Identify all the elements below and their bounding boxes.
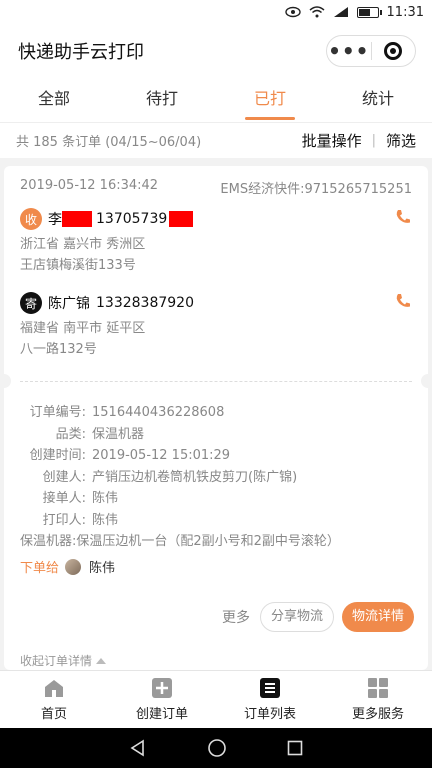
receiver-address-line1: 浙江省 嘉兴市 秀洲区 [20,237,146,252]
signal-icon [333,7,348,17]
recents-icon[interactable] [287,740,303,756]
created-value: 2019-05-12 15:01:29 [92,448,231,463]
printer-label: 打印人: [42,512,86,528]
order-count: 共 185 条订单 (04/15~06/04) [16,135,202,150]
category-value: 保温机器 [92,426,145,442]
add-order-icon [152,678,172,698]
status-bar: 11:31 [0,0,432,24]
taker-value: 陈伟 [92,491,119,506]
collapse-details-toggle[interactable]: 收起订单详情 [20,652,107,669]
logistics-detail-button[interactable]: 物流详情 [341,602,414,632]
mini-program-capsule: ••• [326,35,416,67]
order-card: 2019-05-12 16:34:42 EMS经济快件:971526571525… [4,166,428,670]
card-notch-right [421,374,428,388]
category-label: 品类: [55,426,86,442]
creator-label: 创建人: [42,469,86,485]
nav-home[interactable]: 首页 [0,671,108,728]
status-time: 11:31 [386,4,424,20]
order-summary-bar: 共 185 条订单 (04/15~06/04) 批量操作 | 筛选 [0,122,432,158]
back-icon[interactable] [129,739,147,757]
avatar [65,558,82,575]
receiver-name: 李 [48,212,62,228]
sender-address-line2: 八一路132号 [20,342,97,357]
card-divider [20,381,412,382]
target-icon [384,42,403,60]
collapse-label: 收起订单详情 [20,654,93,668]
receiver-address-line2: 王店镇梅溪街133号 [20,258,136,273]
order-no-value: 1516440436228608 [92,405,225,420]
printer-row: 打印人: 陈伟 [20,510,412,532]
created-label: 创建时间: [29,448,86,463]
battery-icon [356,6,382,18]
nav-order-list-label: 订单列表 [243,707,296,722]
order-tabs: 全部 待打 已打 统计 [0,78,432,122]
redaction-block [169,211,194,227]
order-card-header: 2019-05-12 16:34:42 EMS经济快件:971526571525… [4,166,428,197]
nav-create-order-label: 创建订单 [135,707,188,722]
creator-row: 创建人: 产销压边机卷筒机铁皮剪刀(陈广锦) [20,467,412,489]
order-no-label: 订单编号: [29,405,86,420]
system-navigation-bar [0,728,432,768]
sender-address-line1: 福建省 南平市 延平区 [20,321,146,336]
assign-name: 陈伟 [89,561,116,576]
tab-statistics[interactable]: 统计 [324,78,432,122]
app-bar: 快递助手云打印 ••• [0,24,432,78]
receiver-phone: 13705739 [96,211,168,227]
created-row: 创建时间: 2019-05-12 15:01:29 [20,445,412,467]
order-datetime: 2019-05-12 16:34:42 [20,178,159,193]
redaction-block [62,211,92,227]
receiver-badge: 收 [20,208,42,230]
assign-label: 下单给 [20,561,60,576]
creator-value: 产销压边机卷筒机铁皮剪刀(陈广锦) [92,469,298,485]
tab-printed[interactable]: 已打 [216,78,324,122]
sender-phone: 13328387920 [96,295,194,311]
filter-button[interactable]: 筛选 [386,130,416,151]
home-icon [45,680,63,697]
order-no-row: 订单编号: 1516440436228608 [20,402,412,424]
summary-divider: | [371,133,376,148]
chevron-up-icon [96,657,107,664]
wifi-icon [309,6,325,18]
assign-row: 下单给 陈伟 [20,557,115,576]
order-info: 订单编号: 1516440436228608 品类: 保温机器 创建时间: 2019-… [20,402,412,553]
close-miniprogram-button[interactable] [371,42,415,60]
call-receiver-icon[interactable] [394,208,412,226]
order-actions: 更多 分享物流 物流详情 [222,602,414,632]
eye-icon [284,6,301,18]
tab-to-print[interactable]: 待打 [108,78,216,122]
more-menu-icon[interactable]: ••• [327,41,371,61]
express-number: EMS经济快件:9715265715251 [220,182,412,197]
card-notch-left [4,374,11,388]
category-row: 品类: 保温机器 [20,424,412,446]
nav-create-order[interactable]: 创建订单 [108,671,216,728]
receiver-block: 收 李 13705739 浙江省 嘉兴市 秀洲区 王店镇梅溪街133号 [20,208,412,276]
tab-all[interactable]: 全部 [0,78,108,122]
more-button[interactable]: 更多 [222,607,250,627]
sender-block: 寄 陈广锦 13328387920 福建省 南平市 延平区 八一路132号 [20,292,412,360]
sender-name: 陈广锦 [48,296,90,312]
printer-value: 陈伟 [92,512,119,528]
nav-more-services-label: 更多服务 [351,707,404,722]
taker-label: 接单人: [42,491,86,506]
call-sender-icon[interactable] [394,292,412,310]
sender-badge: 寄 [20,292,42,314]
nav-more-services[interactable]: 更多服务 [324,671,432,728]
home-circle-icon[interactable] [207,738,227,758]
batch-operation-button[interactable]: 批量操作 [302,130,362,151]
app-title: 快递助手云打印 [18,42,144,63]
nav-order-list[interactable]: 订单列表 [216,671,324,728]
share-logistics-button[interactable]: 分享物流 [259,602,334,632]
order-list-icon [260,678,280,698]
product-note: 保温机器:保温压边机一台（配2副小号和2副中号滚轮） [20,534,340,549]
taker-row: 接单人: 陈伟 [20,488,412,510]
nav-home-label: 首页 [40,707,67,722]
bottom-navigation: 首页 创建订单 订单列表 更多服务 [0,670,432,728]
more-services-icon [368,678,388,698]
